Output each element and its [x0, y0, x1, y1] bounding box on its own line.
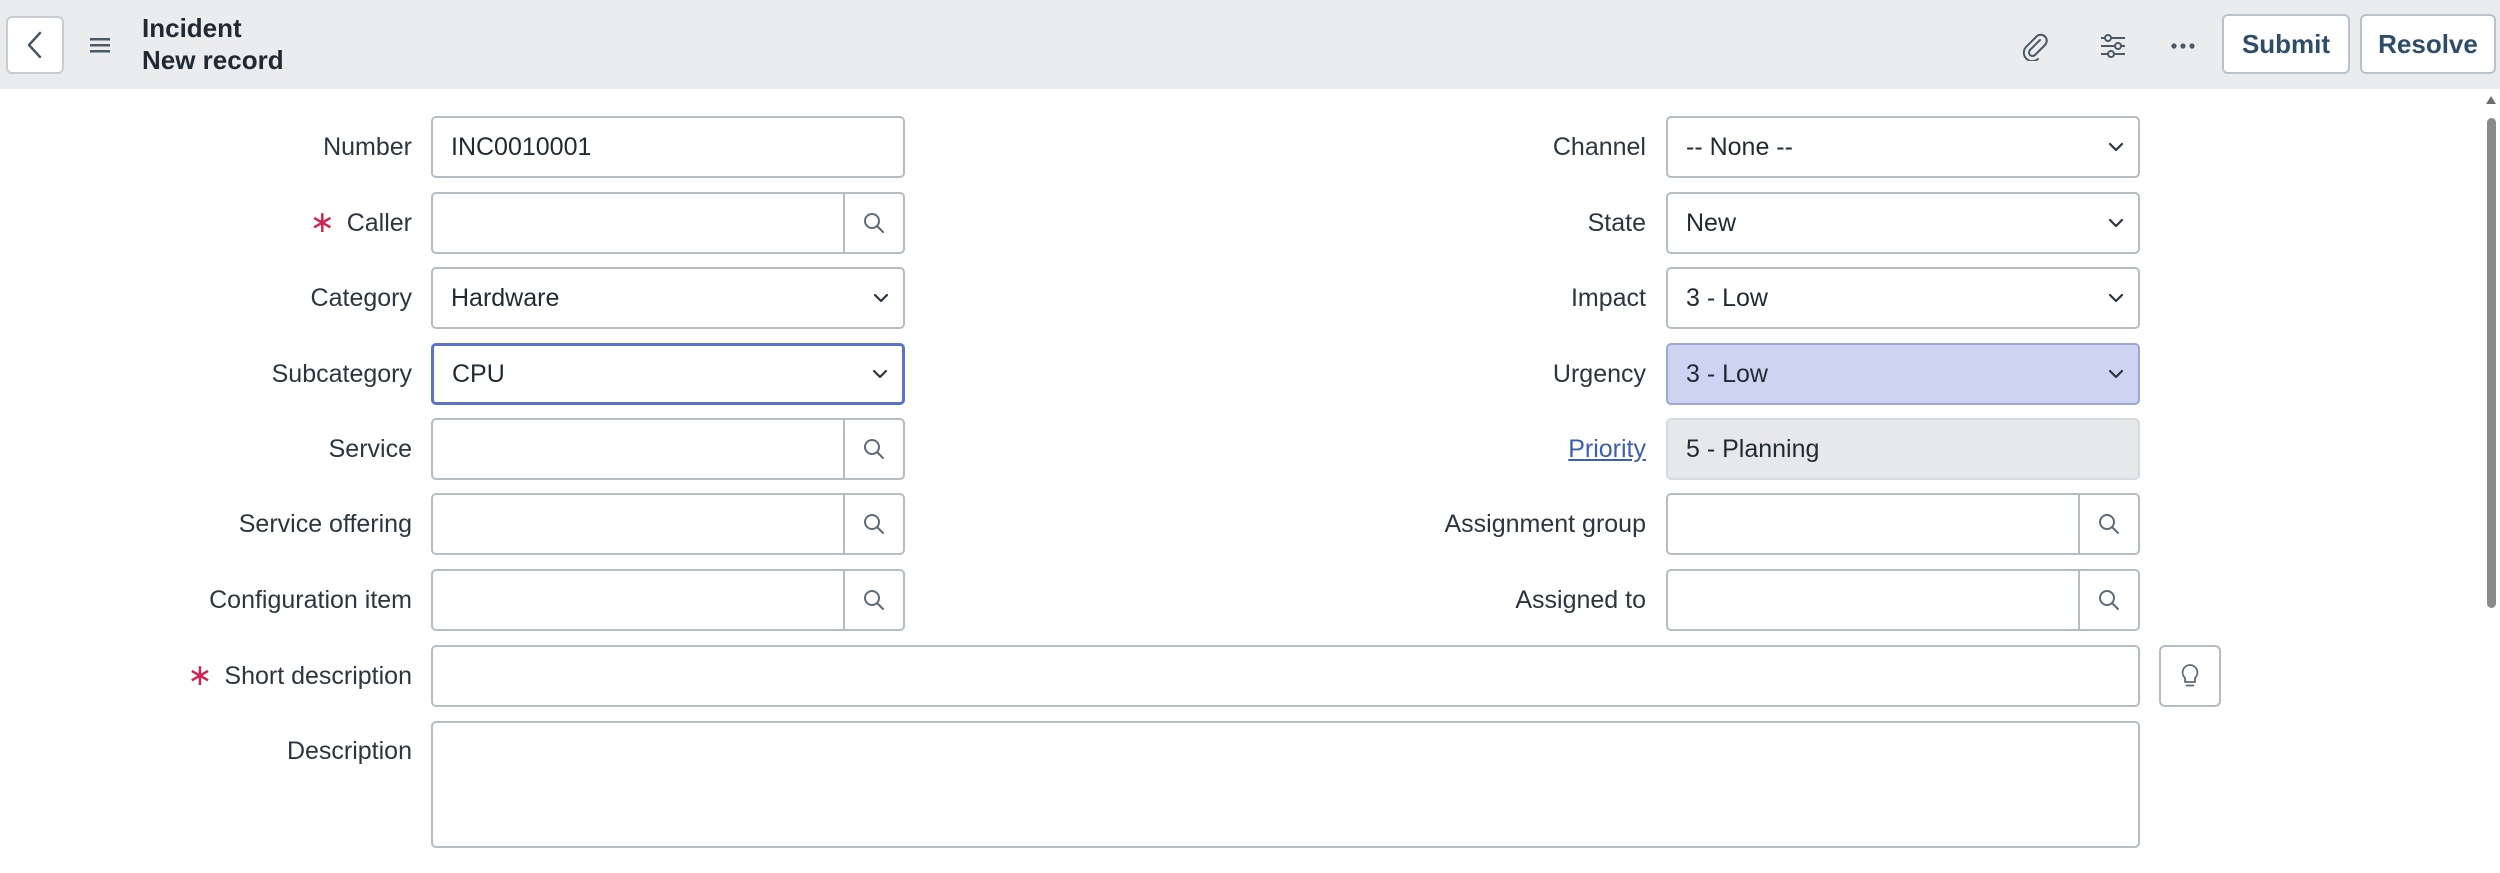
- assigned-to-label: Assigned to: [1515, 585, 1646, 614]
- hamburger-icon: [90, 38, 110, 53]
- description-textarea[interactable]: [431, 721, 2140, 848]
- scroll-up-arrow[interactable]: [2486, 96, 2496, 104]
- chevron-down-icon: [2108, 218, 2124, 228]
- assigned-to-lookup[interactable]: [1666, 569, 2140, 631]
- state-select[interactable]: New: [1666, 192, 2140, 254]
- context-menu-button[interactable]: [86, 30, 114, 60]
- urgency-select[interactable]: 3 - Low: [1666, 343, 2140, 405]
- back-button[interactable]: [6, 16, 64, 74]
- assigned-to-lookup-button[interactable]: [2078, 571, 2138, 629]
- ellipsis-icon: [2171, 43, 2195, 49]
- chevron-down-icon: [2108, 142, 2124, 152]
- assignment-group-lookup[interactable]: [1666, 493, 2140, 555]
- paperclip-icon: [2022, 33, 2048, 61]
- search-icon: [2099, 590, 2119, 610]
- submit-button[interactable]: Submit: [2222, 14, 2350, 74]
- personalize-form-button[interactable]: [2093, 26, 2133, 66]
- scrollbar-thumb[interactable]: [2487, 118, 2496, 608]
- record-subtitle: New record: [142, 45, 284, 75]
- short-description-input[interactable]: [431, 645, 2140, 707]
- chevron-down-icon: [2108, 293, 2124, 303]
- channel-select[interactable]: -- None --: [1666, 116, 2140, 178]
- resolve-button[interactable]: Resolve: [2360, 14, 2496, 74]
- priority-link[interactable]: Priority: [1568, 435, 1646, 464]
- lightbulb-icon: [2181, 664, 2199, 687]
- urgency-label: Urgency: [1552, 359, 1646, 388]
- assignment-group-lookup-button[interactable]: [2078, 495, 2138, 553]
- channel-label: Channel: [1552, 132, 1646, 161]
- assignment-group-input[interactable]: [1668, 495, 2078, 553]
- more-options-button[interactable]: [2163, 26, 2203, 66]
- assigned-to-input[interactable]: [1668, 571, 2078, 629]
- impact-select[interactable]: 3 - Low: [1666, 267, 2140, 329]
- search-icon: [2099, 514, 2119, 534]
- suggestion-button[interactable]: [2159, 645, 2221, 707]
- form-header: Incident New record Submit Resolve: [0, 0, 2500, 89]
- short-description-label: ∗ Short description: [187, 659, 412, 692]
- impact-label: Impact: [1570, 283, 1646, 312]
- sliders-icon: [2101, 34, 2125, 58]
- record-table-title: Incident: [142, 13, 242, 43]
- chevron-left-icon: [27, 31, 42, 59]
- priority-label[interactable]: Priority: [0, 418, 1646, 480]
- required-mark: ∗: [187, 659, 213, 692]
- state-label: State: [1587, 208, 1646, 237]
- attachment-button[interactable]: [2014, 26, 2054, 66]
- assignment-group-label: Assignment group: [1444, 509, 1646, 538]
- chevron-down-icon: [2108, 369, 2124, 379]
- description-label: Description: [286, 736, 412, 765]
- priority-field: 5 - Planning: [1666, 418, 2140, 480]
